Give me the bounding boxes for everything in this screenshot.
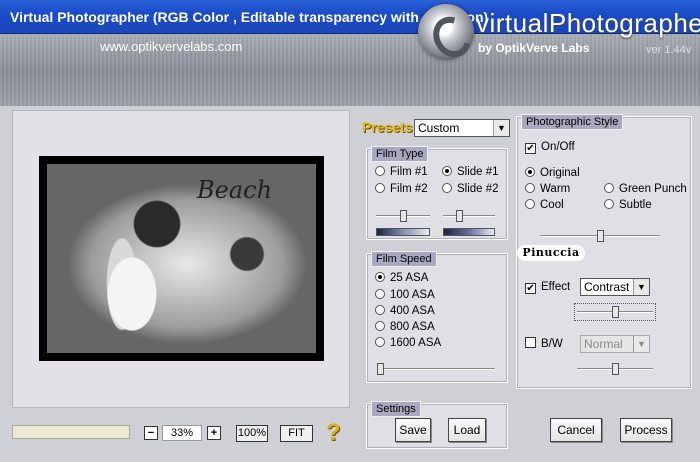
bw-slider[interactable] xyxy=(577,363,653,375)
film-type-title: Film Type xyxy=(371,146,429,162)
radio-100-asa[interactable]: 100 ASA xyxy=(375,289,435,301)
window-title: Virtual Photographer (RGB Color , Editab… xyxy=(10,9,489,25)
effect-value: Contrast xyxy=(584,280,630,294)
logo-icon xyxy=(418,4,474,60)
radio-icon xyxy=(375,166,385,176)
radio-800-asa[interactable]: 800 ASA xyxy=(375,321,435,333)
effect-select[interactable]: Contrast ▼ xyxy=(580,278,650,296)
onoff-checkbox[interactable]: ✔ On/Off xyxy=(525,141,575,154)
cancel-button[interactable]: Cancel xyxy=(550,418,602,442)
radio-slide-1[interactable]: Slide #1 xyxy=(442,166,499,178)
bw-select[interactable]: Normal ▼ xyxy=(580,335,650,353)
radio-icon xyxy=(442,166,452,176)
load-button[interactable]: Load xyxy=(448,418,486,442)
preview-image-frame[interactable]: Beach xyxy=(39,156,324,361)
chevron-down-icon: ▼ xyxy=(633,336,649,352)
radio-icon xyxy=(375,289,385,299)
bw-value: Normal xyxy=(584,337,623,351)
radio-green-punch[interactable]: Green Punch xyxy=(604,183,687,195)
radio-icon xyxy=(375,183,385,193)
radio-cool[interactable]: Cool xyxy=(525,199,564,211)
save-button[interactable]: Save xyxy=(395,418,431,442)
radio-subtle[interactable]: Subtle xyxy=(604,199,652,211)
radio-25-asa[interactable]: 25 ASA xyxy=(375,272,428,284)
radio-1600-asa[interactable]: 1600 ASA xyxy=(375,337,441,349)
radio-icon xyxy=(525,199,535,209)
zoom-level: 33% xyxy=(162,425,202,441)
film-gradient-right xyxy=(443,228,495,236)
radio-icon xyxy=(604,183,614,193)
style-slider[interactable] xyxy=(540,230,660,242)
photo-text: Beach xyxy=(197,176,273,204)
radio-icon xyxy=(375,337,385,347)
radio-icon xyxy=(604,199,614,209)
radio-icon xyxy=(442,183,452,193)
film-gradient-left xyxy=(376,228,430,236)
website-url: www.optikvervelabs.com xyxy=(100,39,243,54)
film-speed-title: Film Speed xyxy=(371,251,437,267)
check-icon: ✔ xyxy=(525,143,536,154)
presets-select[interactable]: Custom ▼ xyxy=(414,119,510,137)
presets-value: Custom xyxy=(418,121,460,135)
radio-icon xyxy=(375,321,385,331)
watermark-text: Pinuccia xyxy=(517,245,585,261)
photographic-style-title: Photographic Style xyxy=(521,114,624,130)
help-icon[interactable]: ? xyxy=(326,419,341,447)
settings-title: Settings xyxy=(371,401,421,417)
zoom-in-button[interactable]: + xyxy=(207,426,221,440)
slider-thumb[interactable] xyxy=(612,363,619,375)
radio-slide-2[interactable]: Slide #2 xyxy=(442,183,499,195)
brand-subtitle: by OptikVerve Labs xyxy=(478,41,590,55)
radio-original[interactable]: Original xyxy=(525,167,580,179)
radio-warm[interactable]: Warm xyxy=(525,183,570,195)
zoom-100-button[interactable]: 100% xyxy=(236,425,268,442)
radio-icon xyxy=(525,183,535,193)
effect-checkbox[interactable]: ✔ Effect xyxy=(525,281,570,294)
radio-icon xyxy=(375,305,385,315)
radio-icon xyxy=(525,167,535,177)
radio-film-2[interactable]: Film #2 xyxy=(375,183,428,195)
slider-thumb[interactable] xyxy=(400,210,407,222)
settings-group: Settings xyxy=(366,401,508,449)
chevron-down-icon: ▼ xyxy=(493,120,509,136)
check-icon: ✔ xyxy=(525,283,536,294)
slider-thumb[interactable] xyxy=(597,230,604,242)
slider-thumb[interactable] xyxy=(612,306,619,318)
film-type-slider-left[interactable] xyxy=(376,210,430,222)
slider-thumb[interactable] xyxy=(455,210,463,222)
chevron-down-icon: ▼ xyxy=(633,279,649,295)
radio-icon xyxy=(375,272,385,282)
film-speed-slider[interactable] xyxy=(377,363,495,375)
slider-thumb[interactable] xyxy=(377,363,384,375)
zoom-out-button[interactable]: − xyxy=(144,426,158,440)
radio-film-1[interactable]: Film #1 xyxy=(375,166,428,178)
effect-slider[interactable] xyxy=(574,303,656,321)
process-button[interactable]: Process xyxy=(620,418,672,442)
film-type-slider-right[interactable] xyxy=(443,210,495,222)
progress-bar xyxy=(12,425,130,439)
preview-image: Beach xyxy=(47,164,316,353)
brand-name: virtualPhotographer xyxy=(476,8,700,38)
presets-label: Presets xyxy=(362,119,413,135)
zoom-fit-button[interactable]: FIT xyxy=(280,425,313,442)
radio-400-asa[interactable]: 400 ASA xyxy=(375,305,435,317)
bw-checkbox[interactable]: B/W xyxy=(525,337,563,350)
version-label: ver 1.44v xyxy=(646,44,692,56)
check-icon xyxy=(525,337,536,348)
